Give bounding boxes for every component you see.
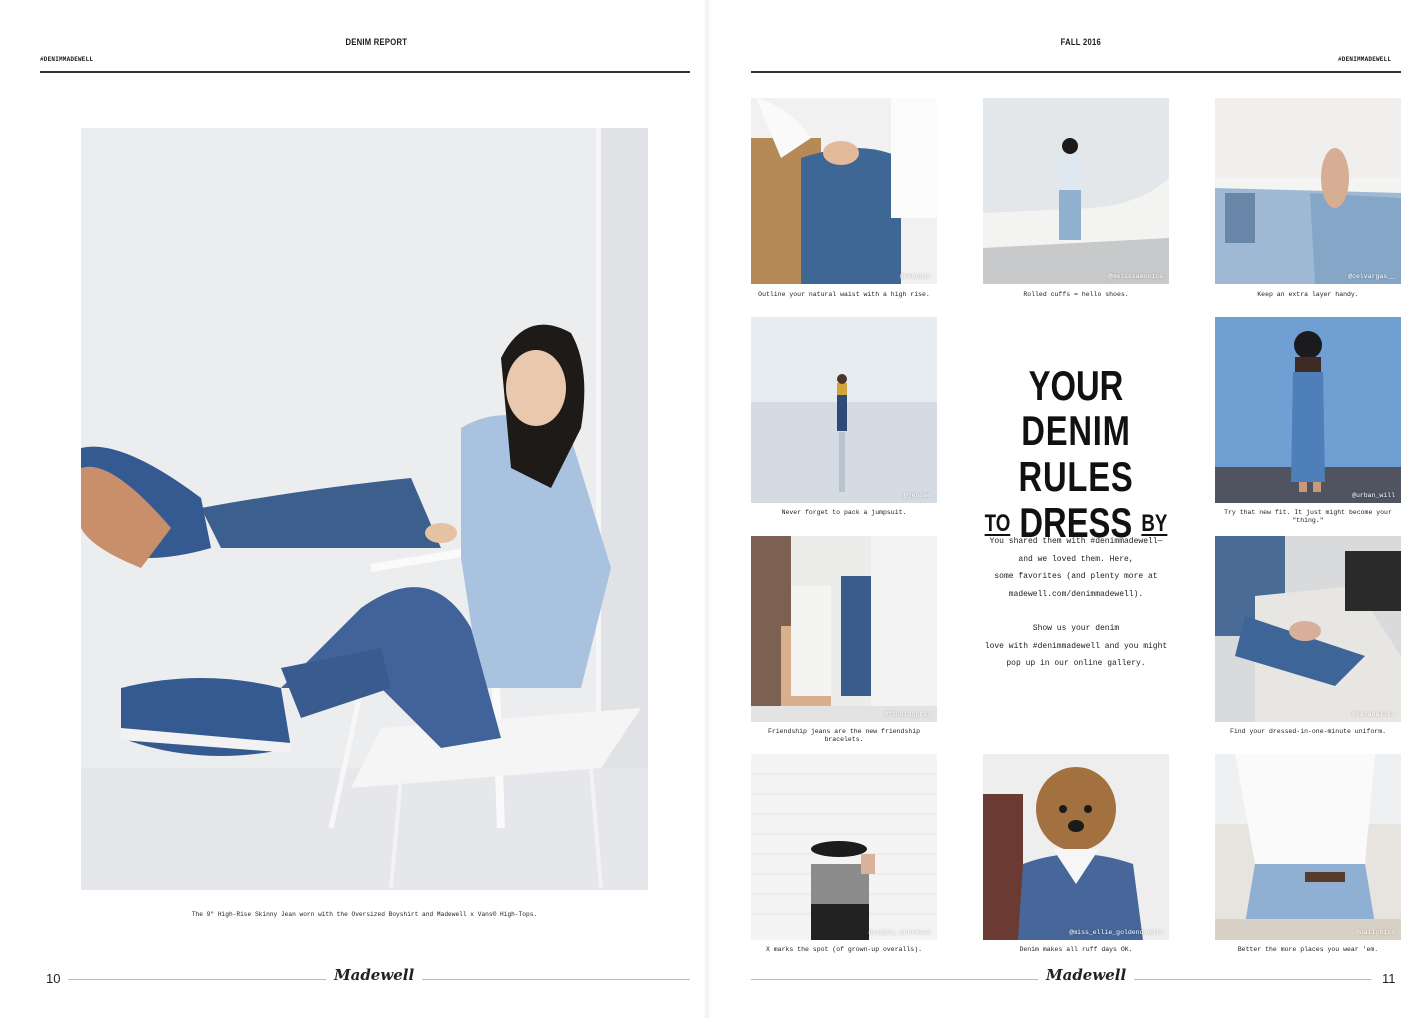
headline: YOUR DENIM RULES TO DRESS BY <box>979 364 1172 547</box>
instagram-handle: @miss_ellie_goldendoodle <box>1069 929 1163 936</box>
photo-tile: @jenoae <box>751 317 937 503</box>
madewell-logo: Madewell <box>326 966 423 984</box>
intro-line: madewell.com/denimmadewell). <box>1008 589 1144 599</box>
intro-line: some favorites (and plenty more at <box>994 572 1158 581</box>
photo-tile: @celvargas__ <box>1215 98 1401 284</box>
instagram-handle: @celvargas__ <box>1348 273 1395 280</box>
photo-tile: @emuchic <box>751 98 937 284</box>
page-number: 10 <box>46 971 61 986</box>
instagram-handle: @urban_will <box>1352 492 1395 499</box>
hashtag-label: #DENIMMADEWELL <box>40 56 94 63</box>
instagram-handle: @simply.bohemian <box>868 929 931 936</box>
photo-tile: @simply.bohemian <box>751 754 937 940</box>
tile-caption: Never forget to pack a jumpsuit. <box>781 509 907 516</box>
tile-caption: X marks the spot (of grown-up overalls). <box>765 946 923 953</box>
tile-caption: Find your dressed-in-one-minute uniform. <box>1229 728 1387 735</box>
photo-tile: @dailybiss <box>1215 754 1401 940</box>
tile-caption: Friendship jeans are the new friendship … <box>767 728 921 743</box>
cta-line: Show us your denim <box>1032 624 1120 633</box>
madewell-logo: Madewell <box>1038 966 1135 984</box>
cta-line: love with #denimmadewell and you might <box>984 641 1168 651</box>
tile-caption: Denim makes all ruff days OK. <box>1019 946 1133 953</box>
header-rule <box>751 71 1401 73</box>
photo-tile: @karanelles <box>1215 536 1401 722</box>
spine-gutter <box>703 0 711 1018</box>
hero-photo <box>81 128 648 890</box>
photo-tile: @findingpris <box>751 536 937 722</box>
running-title: FALL 2016 <box>1060 37 1101 47</box>
tile-caption: Better the more places you wear 'em. <box>1237 946 1379 953</box>
instagram-handle: @emuchic <box>899 273 931 280</box>
instagram-handle: @melissamonica <box>1108 273 1163 280</box>
running-title: DENIM REPORT <box>345 37 408 47</box>
tile-caption: Rolled cuffs = hello shoes. <box>1023 291 1129 298</box>
instagram-handle: @karanelles <box>1352 711 1395 718</box>
page-number: 11 <box>1382 971 1396 986</box>
instagram-handle: @jenoae <box>903 492 931 499</box>
photo-tile: @urban_will <box>1215 317 1401 503</box>
header-rule <box>40 71 690 73</box>
tile-caption: Keep an extra layer handy. <box>1257 291 1359 298</box>
photo-tile: @melissamonica <box>983 98 1169 284</box>
intro-copy: You shared them with #denimmadewell— and… <box>960 533 1192 603</box>
instagram-handle: @dailybiss <box>1355 929 1395 936</box>
headline-line-1: YOUR <box>1028 362 1124 409</box>
cta-line: pop up in our online gallery. <box>1006 659 1146 668</box>
photo-tile: @miss_ellie_goldendoodle <box>983 754 1169 940</box>
tile-caption: Outline your natural waist with a high r… <box>758 291 930 298</box>
intro-line: and we loved them. Here, <box>1018 554 1134 564</box>
hero-caption: The 9" High-Rise Skinny Jean worn with t… <box>191 911 538 918</box>
tile-caption: Try that new fit. It just might become y… <box>1224 509 1392 524</box>
intro-line: You shared them with #denimmadewell— <box>989 537 1163 546</box>
hashtag-label: #DENIMMADEWELL <box>1338 56 1392 63</box>
left-page: DENIM REPORT #DENIMMADEWELL The 9" High-… <box>0 0 707 1018</box>
headline-line-2: DENIM RULES <box>1018 407 1134 500</box>
instagram-handle: @findingpris <box>884 711 931 718</box>
call-to-action-copy: Show us your denim love with #denimmadew… <box>960 620 1192 673</box>
